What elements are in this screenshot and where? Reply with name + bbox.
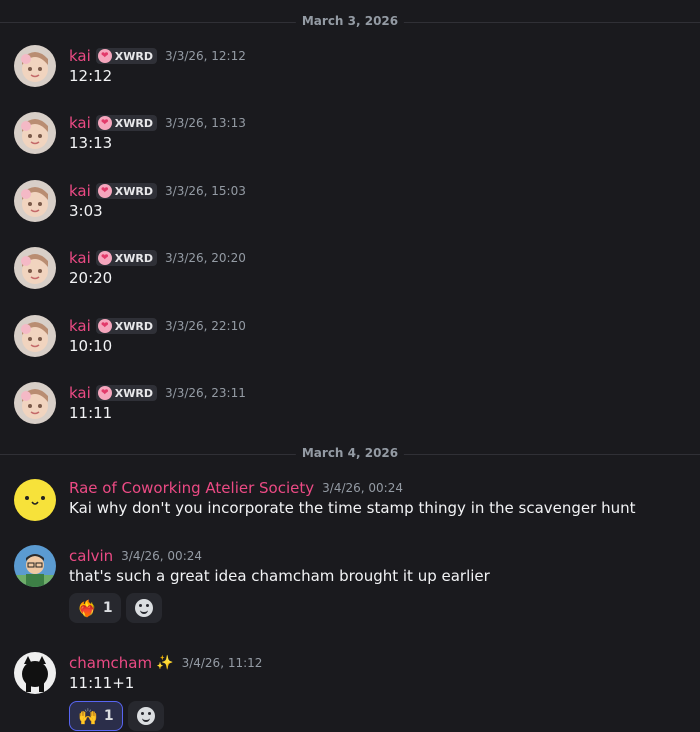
add-reaction-icon	[134, 599, 153, 617]
heart-icon: ❤	[97, 184, 112, 198]
message-text: 20:20	[69, 269, 113, 287]
avatar[interactable]	[14, 382, 56, 424]
heart-icon: ❤	[97, 116, 112, 130]
message-text: 11:11+1	[69, 674, 135, 692]
timestamp[interactable]: 3/3/26, 13:13	[165, 116, 246, 130]
avatar[interactable]	[14, 479, 56, 521]
guild-tag[interactable]: ❤ XWRD	[95, 250, 158, 266]
message-text: 11:11	[69, 404, 113, 422]
add-reaction-icon	[136, 707, 155, 725]
sparkle-icon: ✨	[156, 655, 174, 671]
message-text: that's such a great idea chamcham brough…	[69, 567, 490, 585]
date-divider-label: March 3, 2026	[295, 14, 405, 28]
avatar[interactable]	[14, 112, 56, 154]
date-divider-label: March 4, 2026	[295, 446, 405, 460]
author-name[interactable]: Rae of Coworking Atelier Society	[69, 479, 314, 497]
author-name[interactable]: kai	[69, 249, 91, 267]
timestamp[interactable]: 3/3/26, 23:11	[165, 386, 246, 400]
avatar[interactable]	[14, 315, 56, 357]
guild-tag[interactable]: ❤ XWRD	[95, 115, 158, 131]
reaction-heart-on-fire[interactable]: ❤️‍🔥 1	[69, 593, 121, 623]
timestamp[interactable]: 3/4/26, 11:12	[182, 656, 263, 670]
timestamp[interactable]: 3/3/26, 15:03	[165, 184, 246, 198]
avatar[interactable]	[14, 545, 56, 587]
timestamp[interactable]: 3/4/26, 00:24	[322, 481, 403, 495]
avatar[interactable]	[14, 180, 56, 222]
reaction-bar: 🙌 1	[69, 701, 164, 731]
heart-icon: ❤	[97, 49, 112, 63]
author-name[interactable]: kai	[69, 47, 91, 65]
heart-icon: ❤	[97, 386, 112, 400]
timestamp[interactable]: 3/3/26, 20:20	[165, 251, 246, 265]
reaction-count: 1	[103, 708, 114, 724]
reaction-count: 1	[102, 600, 113, 616]
avatar[interactable]	[14, 652, 56, 694]
add-reaction-button[interactable]	[127, 701, 164, 731]
message-text: Kai why don't you incorporate the time s…	[69, 499, 636, 517]
timestamp[interactable]: 3/4/26, 00:24	[121, 549, 202, 563]
guild-tag[interactable]: ❤ XWRD	[95, 183, 158, 199]
message-text: 13:13	[69, 134, 113, 152]
guild-tag[interactable]: ❤ XWRD	[95, 385, 158, 401]
heart-on-fire-icon: ❤️‍🔥	[77, 598, 97, 618]
author-name[interactable]: kai	[69, 384, 91, 402]
author-name[interactable]: kai	[69, 182, 91, 200]
avatar[interactable]	[14, 247, 56, 289]
timestamp[interactable]: 3/3/26, 12:12	[165, 49, 246, 63]
author-name[interactable]: chamcham	[69, 654, 152, 672]
heart-icon: ❤	[97, 251, 112, 265]
date-divider: March 4, 2026	[0, 445, 700, 465]
guild-tag[interactable]: ❤ XWRD	[95, 318, 158, 334]
avatar[interactable]	[14, 45, 56, 87]
heart-icon: ❤	[97, 319, 112, 333]
author-name[interactable]: kai	[69, 114, 91, 132]
message-text: 10:10	[69, 337, 113, 355]
message-text: 3:03	[69, 202, 103, 220]
author-name[interactable]: kai	[69, 317, 91, 335]
reaction-bar: ❤️‍🔥 1	[69, 593, 162, 623]
timestamp[interactable]: 3/3/26, 22:10	[165, 319, 246, 333]
reaction-raised-hands[interactable]: 🙌 1	[69, 701, 123, 731]
raised-hands-icon: 🙌	[78, 706, 98, 726]
date-divider: March 3, 2026	[0, 13, 700, 33]
author-name[interactable]: calvin	[69, 547, 113, 565]
message-text: 12:12	[69, 67, 113, 85]
add-reaction-button[interactable]	[125, 593, 162, 623]
guild-tag[interactable]: ❤ XWRD	[95, 48, 158, 64]
